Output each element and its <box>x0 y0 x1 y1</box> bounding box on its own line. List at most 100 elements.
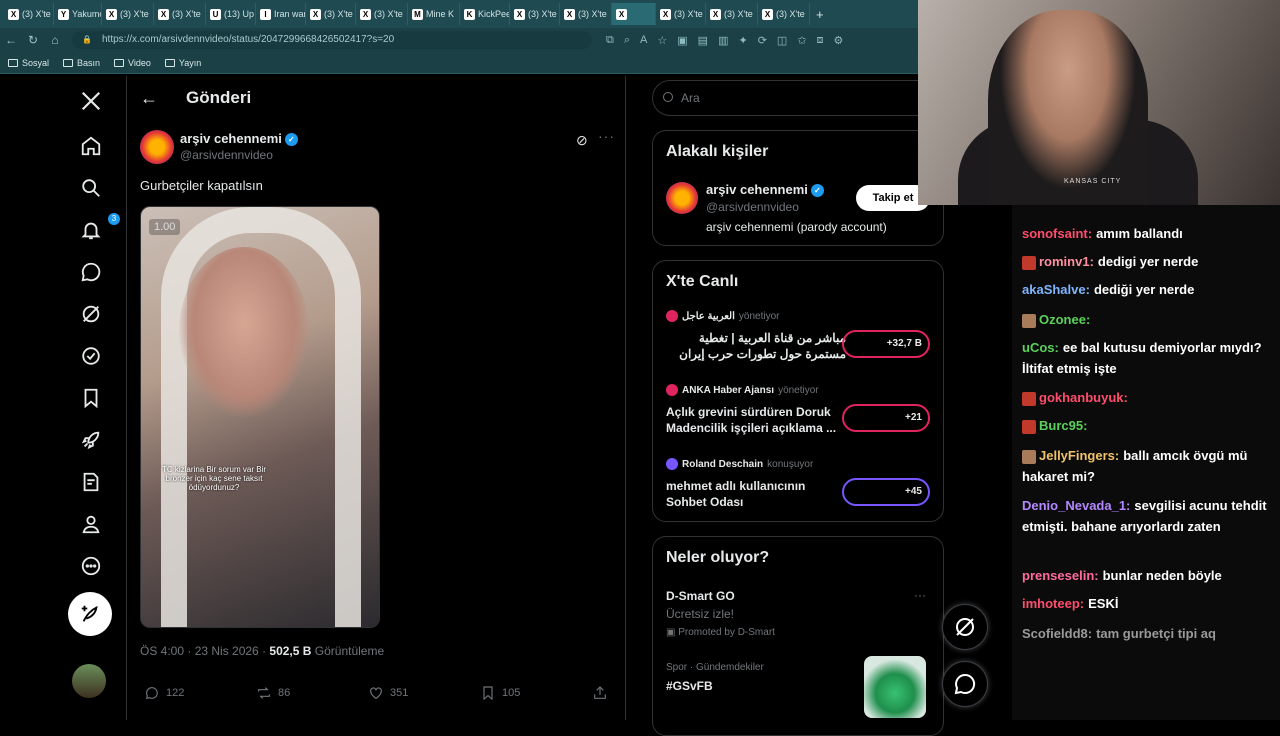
live-space-title[interactable]: mehmet adlı kullanıcının Sohbet Odası <box>666 478 846 510</box>
home-icon[interactable] <box>78 133 104 159</box>
back-arrow-icon[interactable]: ← <box>140 88 158 109</box>
repost-button[interactable]: 86 <box>256 685 290 701</box>
tab-label: (3) X'te <box>528 9 557 19</box>
chat-username[interactable]: uCos: <box>1022 340 1059 355</box>
extension-icon[interactable]: ▣ <box>677 34 687 47</box>
back-arrow-icon[interactable]: ← <box>0 33 22 47</box>
bookmark-folder[interactable]: Sosyal <box>8 58 49 68</box>
split-screen-icon[interactable]: ◫ <box>777 34 787 47</box>
trend-more-icon[interactable]: ··· <box>914 588 926 602</box>
live-host[interactable]: Roland Deschain konuşuyor <box>666 458 813 470</box>
extension-icon[interactable]: ✦ <box>738 34 747 47</box>
collections-icon[interactable]: ⧈ <box>817 34 824 47</box>
browser-tab[interactable]: X (3) X'te <box>510 3 560 25</box>
bookmark-folder[interactable]: Video <box>114 58 151 68</box>
profile-icon[interactable] <box>78 511 104 537</box>
chat-username[interactable]: Burc95: <box>1039 418 1087 433</box>
install-app-icon[interactable]: ⧉ <box>606 34 614 47</box>
browser-tab[interactable]: X (3) X'te <box>102 3 154 25</box>
settings-icon[interactable]: ⚙ <box>834 34 844 47</box>
share-button[interactable] <box>592 685 608 701</box>
chat-username[interactable]: imhoteep: <box>1022 596 1084 611</box>
extension-icon[interactable]: ▥ <box>718 34 728 47</box>
x-logo-icon[interactable] <box>78 88 104 114</box>
bookmark-button[interactable]: 105 <box>480 685 520 701</box>
reload-icon[interactable]: ↻ <box>22 33 44 47</box>
trend-thumbnail[interactable] <box>864 656 926 718</box>
articles-icon[interactable] <box>78 469 104 495</box>
post-author-name[interactable]: arşiv cehennemi ✓ <box>180 131 298 147</box>
live-host[interactable]: ANKA Haber Ajansı yönetiyor <box>666 384 819 396</box>
playback-rate-label[interactable]: 1.00 <box>149 219 181 235</box>
notifications-bell-icon[interactable]: 3 <box>78 213 120 243</box>
chat-username[interactable]: gokhanbuyuk: <box>1039 390 1128 405</box>
reply-button[interactable]: 122 <box>144 685 184 701</box>
bookmark-folder[interactable]: Yayın <box>164 58 201 68</box>
browser-tab[interactable]: K KickPee <box>460 3 510 25</box>
reply-count: 122 <box>166 687 185 699</box>
live-space-title[interactable]: مباشر من قناة العربية | تغطية مستمرة حول… <box>666 330 846 362</box>
live-host[interactable]: العربية عاجل yönetiyor <box>666 310 779 322</box>
more-circle-icon[interactable] <box>78 553 104 579</box>
browser-tab[interactable]: Y Yakumo <box>54 3 102 25</box>
chat-username[interactable]: sonofsaint: <box>1022 226 1092 241</box>
favorites-icon[interactable]: ✩ <box>797 34 806 47</box>
post-author-handle[interactable]: @arsivdennvideo <box>180 148 273 162</box>
grok-explain-icon[interactable]: ⊘ <box>576 132 588 149</box>
browser-tab[interactable]: X (3) X'te <box>560 3 612 25</box>
browser-tab[interactable]: U (13) Up <box>206 3 256 25</box>
chat-username[interactable]: Scofieldd8: <box>1022 626 1092 641</box>
browser-tab[interactable]: X (3) X'te <box>656 3 706 25</box>
read-aloud-icon[interactable]: A <box>640 34 647 47</box>
browser-tab[interactable]: X (3) X'te <box>4 3 54 25</box>
browser-tab[interactable]: X <box>612 3 656 25</box>
bookmark-folder[interactable]: Basın <box>63 58 100 68</box>
verified-orgs-icon[interactable] <box>78 343 104 369</box>
messages-floating-button[interactable] <box>942 661 988 707</box>
related-user-name[interactable]: arşiv cehennemi ✓ <box>706 182 824 198</box>
trend-hashtag[interactable]: #GSvFB <box>666 679 713 693</box>
post-author-avatar[interactable] <box>140 130 174 164</box>
browser-tab[interactable]: I Iran war <box>256 3 306 25</box>
tab-label: (3) X'te <box>172 9 201 19</box>
browser-tab[interactable]: X (3) X'te <box>758 3 810 25</box>
chat-username[interactable]: prenseselin: <box>1022 568 1099 583</box>
grok-floating-button[interactable] <box>942 604 988 650</box>
search-icon[interactable] <box>78 175 104 201</box>
browser-tab[interactable]: X (3) X'te <box>706 3 758 25</box>
listener-count-pill[interactable]: +45 <box>842 478 930 506</box>
rocket-icon[interactable] <box>78 427 104 453</box>
listener-count-pill[interactable]: +32,7 B <box>842 330 930 358</box>
chat-username[interactable]: Denio_Nevada_1: <box>1022 498 1130 513</box>
bookmarks-icon[interactable] <box>78 385 104 411</box>
compose-post-button[interactable] <box>68 592 112 636</box>
listener-count-pill[interactable]: +21 <box>842 404 930 432</box>
chat-username[interactable]: JellyFingers: <box>1039 448 1119 463</box>
post-video[interactable]: 1.00 TC kizlarina Bir sorum var Bir bron… <box>140 206 380 628</box>
like-button[interactable]: 351 <box>368 685 408 701</box>
chat-username[interactable]: rominv1: <box>1039 254 1094 269</box>
home-icon[interactable]: ⌂ <box>44 33 66 47</box>
trend-category: Spor · Gündemdekiler <box>666 662 764 673</box>
zoom-icon[interactable]: ⌕ <box>624 34 630 47</box>
shirt-print: KANSAS CITY <box>1064 178 1122 185</box>
favorite-star-icon[interactable]: ☆ <box>657 34 667 47</box>
live-space-title[interactable]: Açlık grevini sürdüren Doruk Madencilik … <box>666 404 846 436</box>
browser-tab[interactable]: X (3) X'te <box>154 3 206 25</box>
search-input[interactable]: Ara <box>652 80 942 116</box>
url-field[interactable]: https://x.com/arsivdennvideo/status/2047… <box>72 31 592 49</box>
related-user-avatar[interactable] <box>666 182 698 214</box>
account-avatar[interactable] <box>72 664 106 698</box>
browser-tab[interactable]: M Mine K <box>408 3 460 25</box>
new-tab-button[interactable]: + <box>816 7 824 22</box>
more-options-icon[interactable]: ··· <box>598 128 615 144</box>
promoted-title[interactable]: D-Smart GO <box>666 589 735 603</box>
messages-icon[interactable] <box>78 259 104 285</box>
browser-tab[interactable]: X (3) X'te <box>306 3 356 25</box>
chat-username[interactable]: Ozonee: <box>1039 312 1090 327</box>
grok-icon[interactable] <box>78 301 104 327</box>
extension-icon[interactable]: ▤ <box>698 34 708 47</box>
extension-icon[interactable]: ⟳ <box>758 34 767 47</box>
browser-tab[interactable]: X (3) X'te <box>356 3 408 25</box>
chat-username[interactable]: akaShalve: <box>1022 282 1090 297</box>
